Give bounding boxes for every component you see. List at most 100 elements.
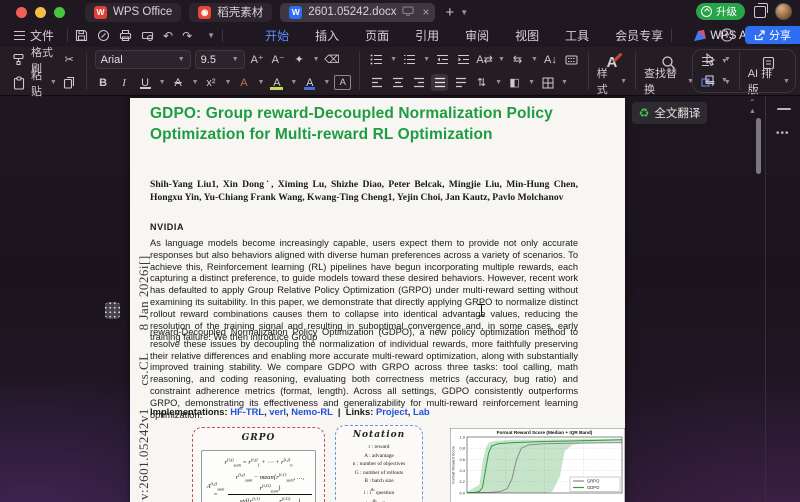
ribbon-tab-reference[interactable]: 引用 — [414, 24, 440, 47]
vertical-scrollbar[interactable] — [756, 118, 761, 174]
window-switcher-icon[interactable] — [754, 6, 766, 18]
text-effects-dropdown-icon[interactable]: ▼ — [313, 56, 320, 63]
quick-access-more-icon[interactable]: ▼ — [207, 31, 215, 40]
close-tab-icon[interactable]: × — [422, 5, 429, 19]
document-page[interactable]: v:2601.05242v1 cs.CL 8 Jan 2026i[] GDPO:… — [130, 98, 625, 502]
align-right-icon[interactable] — [410, 74, 427, 91]
fullscreen-window-button[interactable] — [54, 7, 65, 18]
link-project[interactable]: Project — [376, 406, 408, 417]
underline-dropdown-icon[interactable]: ▼ — [159, 79, 166, 86]
redo-icon[interactable]: ↷ — [182, 29, 192, 43]
justify-icon[interactable] — [431, 74, 448, 91]
decrease-font-icon[interactable]: A⁻ — [270, 51, 287, 68]
tab-docer[interactable]: ◉ 稻壳素材 — [189, 3, 272, 22]
save-icon[interactable] — [75, 29, 88, 42]
underline-icon[interactable]: U — [137, 74, 154, 91]
cloud-upload-icon[interactable] — [719, 28, 735, 42]
link-verl[interactable]: verl — [269, 406, 286, 417]
ribbon-tab-view[interactable]: 视图 — [514, 24, 540, 47]
text-arrange-icon[interactable] — [699, 53, 716, 70]
link-lab[interactable]: Lab — [413, 406, 430, 417]
pdf-export-icon[interactable] — [97, 29, 110, 42]
close-window-button[interactable] — [16, 7, 27, 18]
link-nemo-rl[interactable]: Nemo-RL — [291, 406, 333, 417]
ribbon-tab-insert[interactable]: 插入 — [314, 24, 340, 47]
increase-indent-icon[interactable] — [455, 51, 472, 68]
paste-dropdown-icon[interactable]: ▼ — [50, 79, 57, 86]
tab-list-icon[interactable]: ▼ — [460, 8, 468, 17]
wrap-icon[interactable]: ⇆ — [509, 51, 526, 68]
search-icon[interactable] — [660, 54, 677, 71]
distribute-icon[interactable] — [452, 74, 469, 91]
translate-button[interactable]: ♻ 全文翻译 — [632, 102, 707, 124]
ribbon-tab-page[interactable]: 页面 — [364, 24, 390, 47]
avatar[interactable] — [775, 3, 792, 20]
styles-icon[interactable]: A — [607, 54, 618, 71]
font-name-select[interactable]: Arial▼ — [95, 50, 191, 69]
line-spacing-icon[interactable]: ⇅ — [473, 74, 490, 91]
font-color-icon[interactable]: A — [301, 74, 318, 91]
undo-icon[interactable]: ↶ — [163, 29, 173, 43]
increase-font-icon[interactable]: A⁺ — [249, 51, 266, 68]
tab-wps-office[interactable]: W WPS Office — [85, 3, 181, 22]
align-left-icon[interactable] — [368, 74, 385, 91]
print-preview-icon[interactable] — [141, 29, 154, 42]
bold-icon[interactable]: B — [95, 74, 112, 91]
numbered-list-icon[interactable] — [401, 51, 418, 68]
align-center-icon[interactable] — [389, 74, 406, 91]
format-painter-icon[interactable] — [10, 51, 27, 68]
paste-icon[interactable] — [10, 74, 27, 91]
print-icon[interactable] — [119, 29, 132, 42]
highlight-dropdown-icon[interactable]: ▼ — [290, 79, 297, 86]
font-color-dropdown-icon[interactable]: ▼ — [323, 79, 330, 86]
paste-label[interactable]: 粘贴 — [31, 67, 45, 99]
line-spacing-dropdown-icon[interactable]: ▼ — [495, 79, 502, 86]
styles-dropdown-icon[interactable]: ▼ — [620, 78, 627, 85]
wordart-icon[interactable]: A — [235, 74, 252, 91]
show-marks-icon[interactable] — [563, 51, 580, 68]
new-tab-button[interactable]: + — [445, 4, 454, 21]
minimize-window-button[interactable] — [35, 7, 46, 18]
sidebar-more-icon[interactable]: ••• — [776, 128, 790, 139]
sort-icon[interactable]: A↓ — [542, 51, 559, 68]
ribbon-tab-review[interactable]: 审阅 — [464, 24, 490, 47]
cut-icon[interactable]: ✂ — [61, 51, 78, 68]
bullet-list-dropdown-icon[interactable]: ▼ — [390, 56, 397, 63]
tab-document[interactable]: W 2601.05242.docx × — [280, 3, 435, 22]
file-menu-button[interactable]: 文件 — [8, 27, 60, 44]
decrease-indent-icon[interactable] — [434, 51, 451, 68]
presentation-mode-icon[interactable] — [402, 6, 414, 19]
ribbon-tab-tools[interactable]: 工具 — [564, 24, 590, 47]
bullet-list-icon[interactable] — [368, 51, 385, 68]
superscript-icon[interactable]: x² — [203, 74, 220, 91]
wordart-dropdown-icon[interactable]: ▼ — [257, 79, 264, 86]
shading-dropdown-icon[interactable]: ▼ — [528, 79, 535, 86]
strikethrough-dropdown-icon[interactable]: ▼ — [192, 79, 199, 86]
object-layers-dropdown-icon[interactable]: ▼ — [721, 77, 728, 84]
italic-icon[interactable]: I — [116, 74, 133, 91]
superscript-dropdown-icon[interactable]: ▼ — [225, 79, 232, 86]
text-direction-icon[interactable]: A⇄ — [476, 51, 493, 68]
clear-format-icon[interactable]: ⌫ — [324, 51, 341, 68]
upgrade-button[interactable]: 升级 — [696, 3, 745, 20]
link-hf-trl[interactable]: HF-TRL — [230, 406, 264, 417]
collapse-ribbon-icon[interactable]: ⌃▴ — [749, 99, 756, 115]
ribbon-tab-member[interactable]: 会员专享 — [614, 24, 664, 47]
sidebar-minimize-icon[interactable] — [777, 108, 791, 110]
numbered-list-dropdown-icon[interactable]: ▼ — [423, 56, 430, 63]
share-button[interactable]: 分享 — [745, 26, 800, 44]
strikethrough-icon[interactable]: A — [170, 74, 187, 91]
drag-handle-icon[interactable] — [105, 302, 120, 319]
text-effects-icon[interactable]: ✦ — [291, 51, 308, 68]
text-arrange-dropdown-icon[interactable]: ▼ — [721, 58, 728, 65]
borders-dropdown-icon[interactable]: ▼ — [561, 79, 568, 86]
object-layers-icon[interactable] — [699, 72, 716, 89]
wrap-dropdown-icon[interactable]: ▼ — [531, 56, 538, 63]
borders-icon[interactable] — [539, 74, 556, 91]
character-border-icon[interactable]: A — [334, 75, 351, 90]
text-direction-dropdown-icon[interactable]: ▼ — [498, 56, 505, 63]
highlight-color-icon[interactable]: A — [268, 74, 285, 91]
copy-icon[interactable] — [61, 74, 78, 91]
shading-icon[interactable]: ◧ — [506, 74, 523, 91]
ribbon-tab-home[interactable]: 开始 — [264, 24, 290, 47]
